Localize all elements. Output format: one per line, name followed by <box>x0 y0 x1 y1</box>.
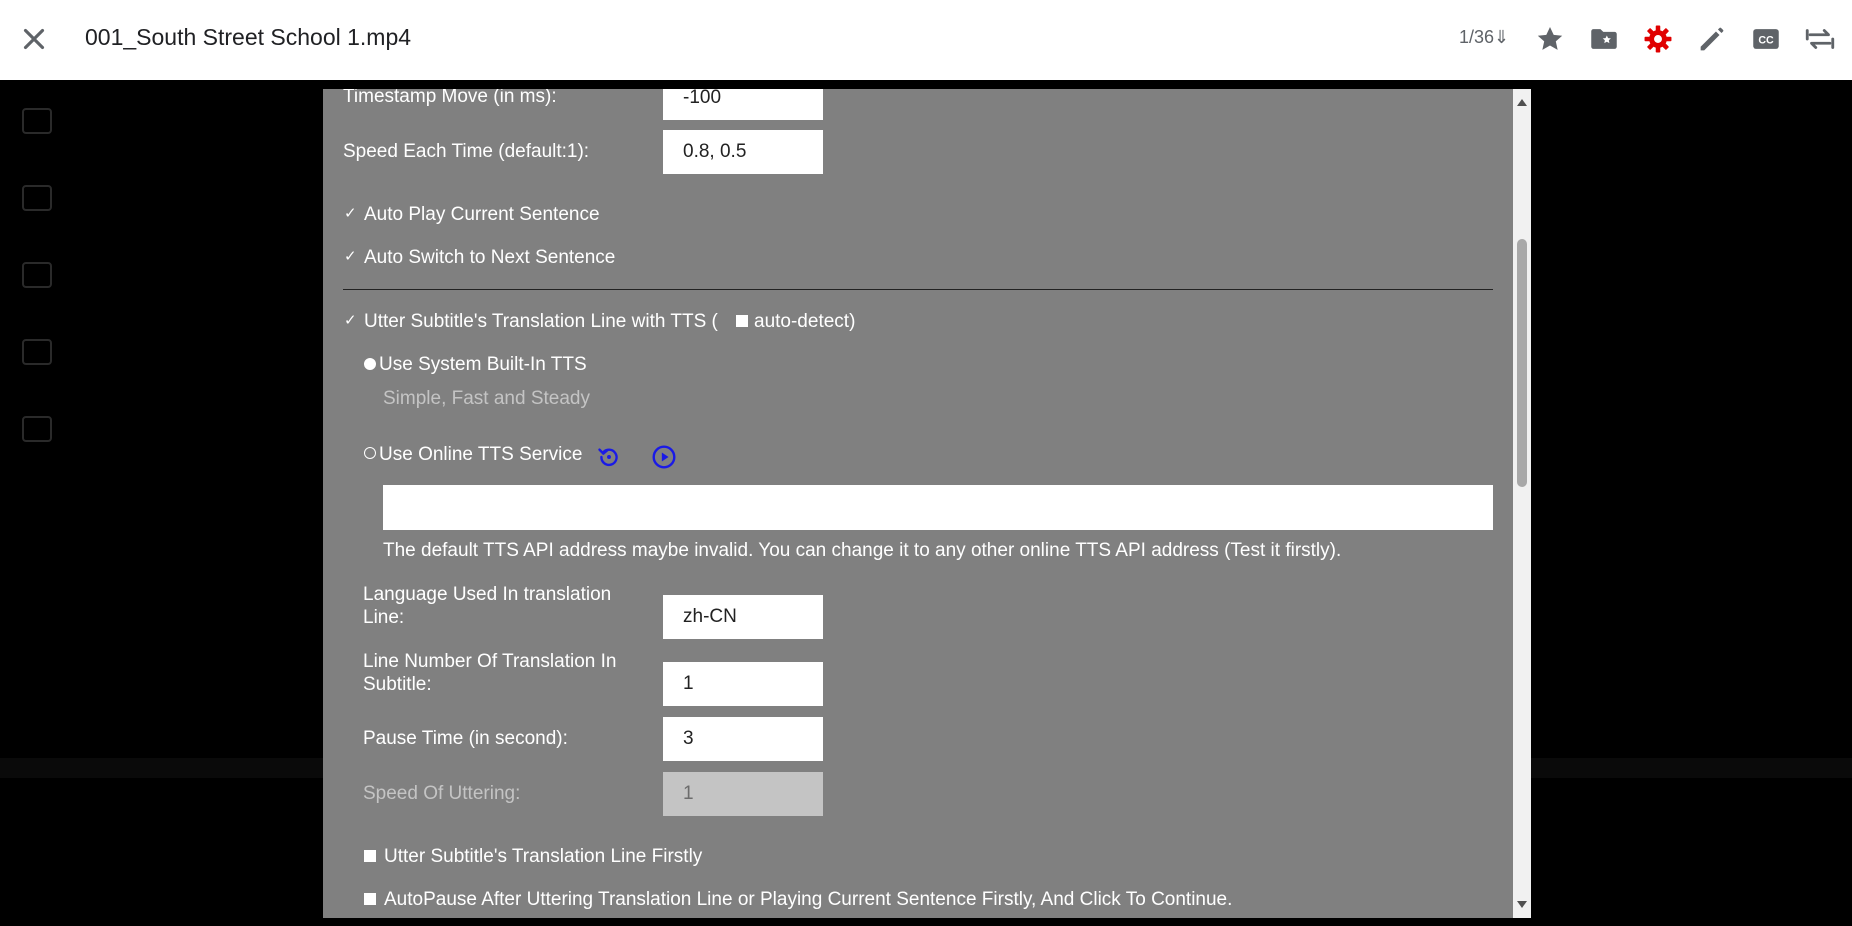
speed-each-time-label: Speed Each Time (default:1): <box>343 141 590 162</box>
background-row-icon <box>22 416 52 442</box>
auto-switch-checkbox[interactable]: ✓ <box>344 249 357 264</box>
autopause-checkbox[interactable] <box>364 893 376 905</box>
line-number-label: Line Number Of Translation In Subtitle: <box>363 651 617 695</box>
online-tts-note: The default TTS API address maybe invali… <box>383 540 1342 561</box>
utter-tts-label[interactable]: Utter Subtitle's Translation Line with T… <box>364 311 718 333</box>
language-label: Language Used In translation Line: <box>363 584 612 628</box>
speed-uttering-label: Speed Of Uttering: <box>363 783 521 804</box>
auto-switch-label[interactable]: Auto Switch to Next Sentence <box>364 247 615 269</box>
svg-text:CC: CC <box>1758 35 1774 47</box>
speed-each-time-input[interactable] <box>663 130 823 174</box>
auto-play-checkbox[interactable]: ✓ <box>344 206 357 221</box>
star-icon[interactable] <box>1533 22 1567 56</box>
online-tts-label[interactable]: Use Online TTS Service <box>379 444 582 466</box>
item-counter[interactable]: 1/36⇓ <box>1459 27 1509 48</box>
folder-star-icon[interactable] <box>1587 22 1621 56</box>
system-tts-label[interactable]: Use System Built-In TTS <box>379 354 587 376</box>
system-tts-description: Simple, Fast and Steady <box>383 388 590 409</box>
scroll-up-arrow-icon[interactable] <box>1517 99 1527 106</box>
pause-time-input[interactable] <box>663 717 823 761</box>
play-circle-icon[interactable] <box>651 444 677 470</box>
reset-icon[interactable] <box>596 444 622 470</box>
cc-icon[interactable]: CC <box>1749 22 1783 56</box>
utter-firstly-label[interactable]: Utter Subtitle's Translation Line Firstl… <box>384 846 702 868</box>
line-number-input[interactable] <box>663 662 823 706</box>
top-bar: 001_South Street School 1.mp4 1/36⇓ CC <box>0 0 1852 80</box>
utter-firstly-checkbox[interactable] <box>364 850 376 862</box>
speed-uttering-input <box>663 772 823 816</box>
auto-detect-checkbox[interactable] <box>736 315 748 327</box>
close-icon[interactable] <box>17 22 51 56</box>
background-row-icon <box>22 262 52 288</box>
gear-icon[interactable] <box>1641 22 1675 56</box>
scroll-down-arrow-icon[interactable] <box>1517 901 1527 908</box>
section-divider <box>343 289 1493 290</box>
scrollbar-thumb[interactable] <box>1517 239 1527 487</box>
dialog-scrollbar[interactable] <box>1513 89 1531 918</box>
pencil-icon[interactable] <box>1695 22 1729 56</box>
timestamp-move-label: Timestamp Move (in ms): <box>343 89 557 107</box>
file-title: 001_South Street School 1.mp4 <box>85 24 412 50</box>
autopause-label[interactable]: AutoPause After Uttering Translation Lin… <box>384 889 1232 911</box>
background-row-icon <box>22 185 52 211</box>
pause-time-label: Pause Time (in second): <box>363 728 568 749</box>
online-tts-url-input[interactable] <box>383 485 1493 530</box>
online-tts-radio[interactable] <box>364 447 376 459</box>
settings-dialog: Timestamp Move (in ms): Speed Each Time … <box>323 89 1531 918</box>
system-tts-radio[interactable] <box>364 358 376 370</box>
background-row-icon <box>22 108 52 134</box>
language-input[interactable] <box>663 595 823 639</box>
repeat-icon[interactable] <box>1803 22 1837 56</box>
timestamp-move-input[interactable] <box>663 89 823 120</box>
utter-tts-checkbox[interactable]: ✓ <box>344 313 357 328</box>
auto-detect-label[interactable]: auto-detect) <box>754 311 855 333</box>
background-row-icon <box>22 339 52 365</box>
auto-play-label[interactable]: Auto Play Current Sentence <box>364 204 600 226</box>
